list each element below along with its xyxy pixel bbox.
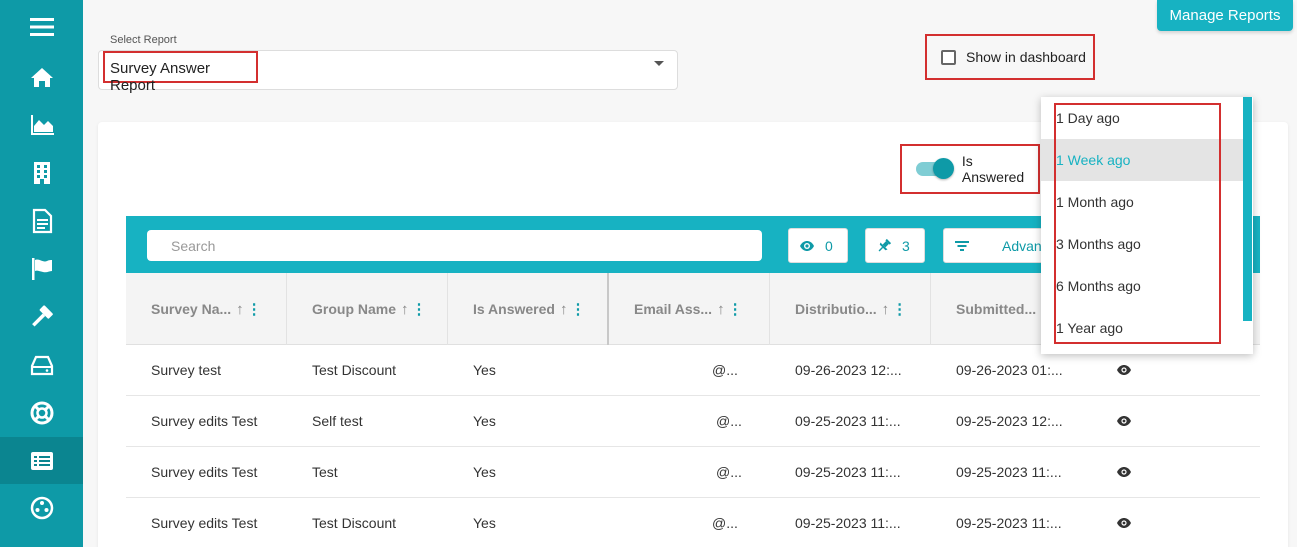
show-in-dashboard-label: Show in dashboard <box>966 49 1086 65</box>
is-answered-toggle[interactable]: Is Answered <box>900 144 1040 194</box>
column-menu-icon[interactable]: ⋮ <box>570 300 585 318</box>
column-header-is-answered[interactable]: Is Answered ↑ ⋮ <box>448 273 609 345</box>
column-menu-icon[interactable]: ⋮ <box>412 300 427 318</box>
dropdown-option[interactable]: 1 Year ago <box>1041 307 1243 349</box>
cell-group-name: Test <box>312 464 338 480</box>
dropdown-option[interactable]: 1 Month ago <box>1041 181 1243 223</box>
manage-reports-button[interactable]: Manage Reports <box>1157 0 1293 31</box>
pinned-columns-button[interactable]: 3 <box>865 228 925 263</box>
report-list-icon[interactable] <box>0 437 83 484</box>
cell-group-name: Self test <box>312 413 363 429</box>
cell-submitted: 09-25-2023 11:... <box>956 464 1062 480</box>
visible-count: 0 <box>825 237 833 254</box>
visible-columns-button[interactable]: 0 <box>788 228 848 263</box>
gavel-icon[interactable] <box>0 293 83 340</box>
caret-down-icon[interactable] <box>654 61 664 66</box>
pinned-count: 3 <box>902 237 910 254</box>
cell-survey-name: Survey edits Test <box>151 464 258 480</box>
cell-email: @... <box>712 515 738 531</box>
column-header-survey-name[interactable]: Survey Na... ↑ ⋮ <box>126 273 287 345</box>
cell-group-name: Test Discount <box>312 362 397 378</box>
lifebuoy-icon[interactable] <box>0 389 83 436</box>
network-icon[interactable] <box>0 484 83 531</box>
table-row[interactable] <box>126 498 1260 547</box>
date-range-dropdown: 1 Day ago 1 Week ago 1 Month ago 3 Month… <box>1041 97 1253 354</box>
sort-arrow-icon[interactable]: ↑ <box>717 301 725 318</box>
building-icon[interactable] <box>0 149 83 196</box>
table-row[interactable] <box>126 447 1260 498</box>
eye-icon <box>800 240 814 251</box>
inbox-icon[interactable] <box>0 341 83 388</box>
cell-distribution: 09-25-2023 11:... <box>795 515 901 531</box>
column-header-email[interactable]: Email Ass... ↑ ⋮ <box>609 273 770 345</box>
column-header-group-name[interactable]: Group Name ↑ ⋮ <box>287 273 448 345</box>
dropdown-option[interactable]: 3 Months ago <box>1041 223 1243 265</box>
cell-survey-name: Survey edits Test <box>151 515 258 531</box>
dropdown-option[interactable]: 6 Months ago <box>1041 265 1243 307</box>
column-menu-icon[interactable]: ⋮ <box>728 300 743 318</box>
sort-arrow-icon[interactable]: ↑ <box>236 301 244 318</box>
view-eye-icon[interactable] <box>1116 517 1132 529</box>
column-menu-icon[interactable]: ⋮ <box>247 300 262 318</box>
document-icon[interactable] <box>0 197 83 244</box>
cell-distribution: 09-25-2023 11:... <box>795 464 901 480</box>
checkbox-icon[interactable] <box>941 49 956 65</box>
cell-is-answered: Yes <box>473 515 496 531</box>
cell-survey-name: Survey test <box>151 362 222 378</box>
flag-icon[interactable] <box>0 245 83 292</box>
home-icon[interactable] <box>0 53 83 100</box>
cell-is-answered: Yes <box>473 362 496 378</box>
select-report-label: Select Report <box>110 34 177 46</box>
show-in-dashboard-checkbox[interactable]: Show in dashboard <box>925 34 1095 80</box>
dropdown-scrollbar[interactable] <box>1243 97 1252 321</box>
is-answered-label: Is Answered <box>961 153 1025 185</box>
cell-submitted: 09-25-2023 12:... <box>956 413 1063 429</box>
sort-arrow-icon[interactable]: ↑ <box>882 301 890 318</box>
view-eye-icon[interactable] <box>1116 415 1132 427</box>
search-input[interactable]: Search <box>147 230 762 261</box>
cell-submitted: 09-25-2023 11:... <box>956 515 1062 531</box>
column-menu-icon[interactable]: ⋮ <box>892 300 907 318</box>
column-header-distribution[interactable]: Distributio... ↑ ⋮ <box>770 273 931 345</box>
sort-arrow-icon[interactable]: ↑ <box>401 301 409 318</box>
toggle-switch[interactable] <box>916 158 954 179</box>
menu-icon[interactable] <box>0 3 83 50</box>
cell-survey-name: Survey edits Test <box>151 413 258 429</box>
cell-group-name: Test Discount <box>312 515 397 531</box>
cell-submitted: 09-26-2023 01:... <box>956 362 1063 378</box>
cell-is-answered: Yes <box>473 464 496 480</box>
view-eye-icon[interactable] <box>1116 364 1132 376</box>
cell-distribution: 09-26-2023 12:... <box>795 362 902 378</box>
cell-distribution: 09-25-2023 11:... <box>795 413 901 429</box>
pin-icon <box>878 238 892 251</box>
dropdown-option[interactable]: 1 Day ago <box>1041 97 1243 139</box>
chart-icon[interactable] <box>0 101 83 148</box>
select-report-value[interactable]: Survey Answer Report <box>103 51 258 94</box>
view-eye-icon[interactable] <box>1116 466 1132 478</box>
sidebar <box>0 0 83 547</box>
dropdown-option-selected[interactable]: 1 Week ago <box>1041 139 1243 181</box>
sort-arrow-icon[interactable]: ↑ <box>560 301 568 318</box>
cell-email: @... <box>716 413 742 429</box>
cell-email: @... <box>712 362 738 378</box>
cell-is-answered: Yes <box>473 413 496 429</box>
table-row[interactable] <box>126 396 1260 447</box>
cell-email: @... <box>716 464 742 480</box>
filter-icon <box>955 240 969 251</box>
